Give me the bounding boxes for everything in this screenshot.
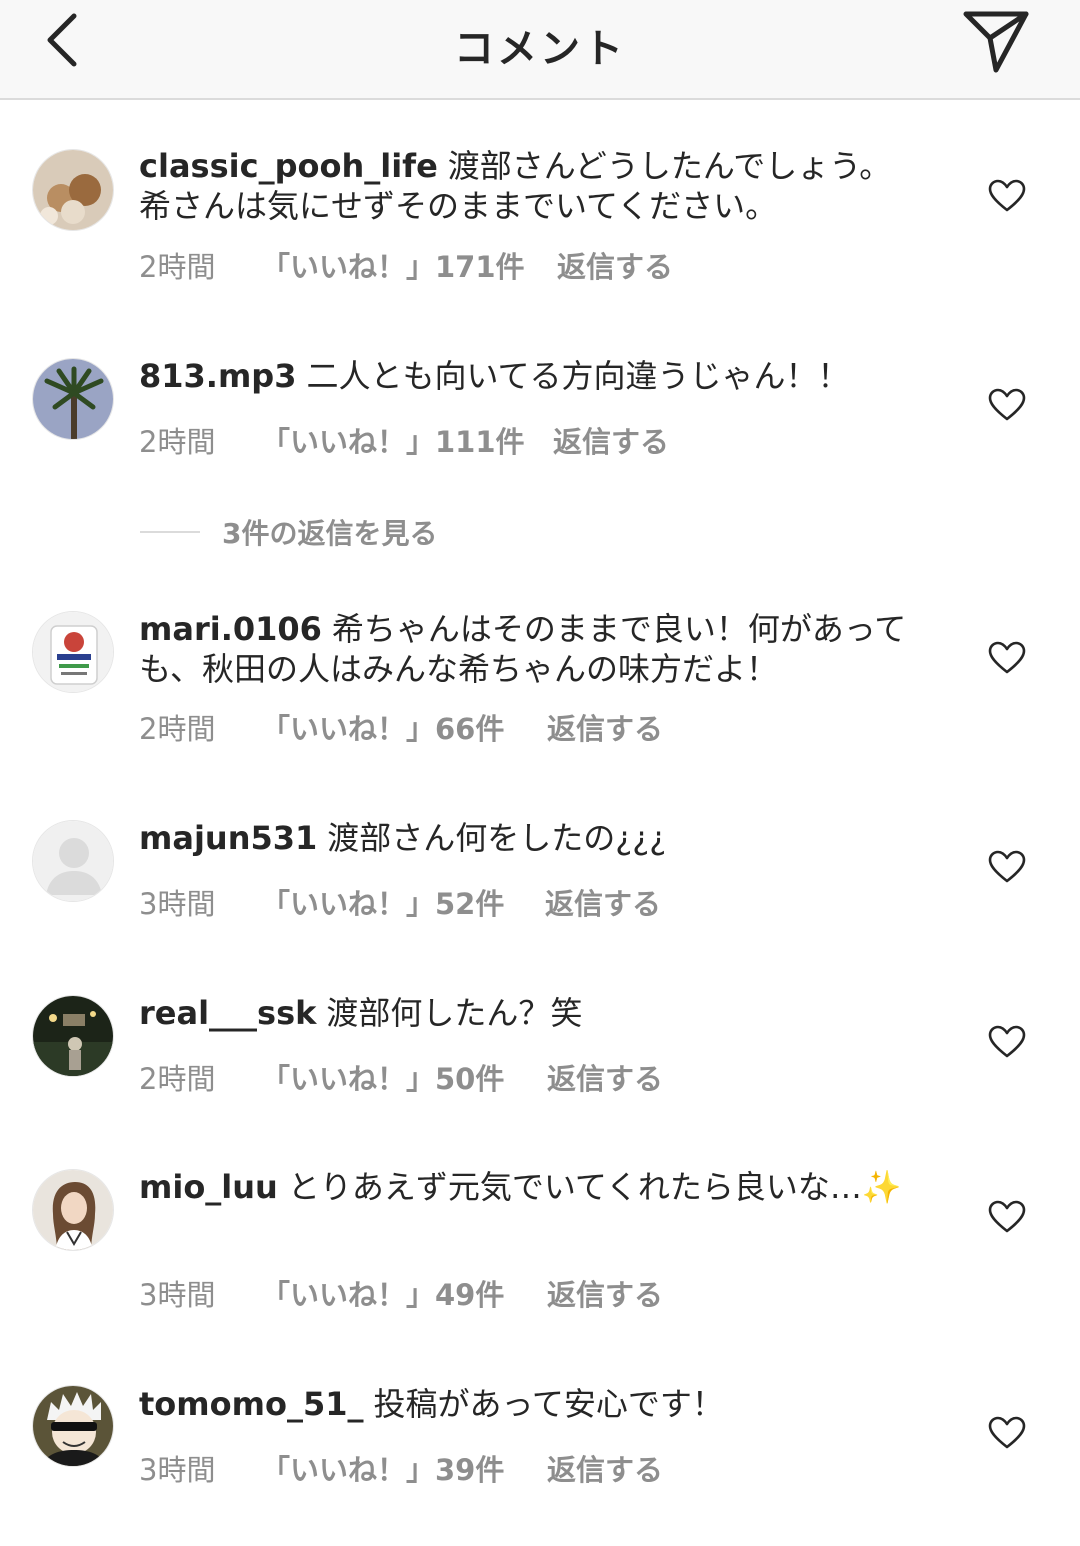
direct-send-icon[interactable] [960,8,1032,74]
reply-button[interactable]: 返信する [557,244,673,286]
heart-outline-icon[interactable] [988,641,1026,675]
reply-button[interactable]: 返信する [547,1056,663,1098]
reply-button[interactable]: 返信する [545,881,661,923]
comment-username[interactable]: mio_luu [139,1168,278,1206]
comment-text: mari.0106 希ちゃんはそのままで良い！何があっても、秋田の人はみんな希ちゃ… [139,609,919,689]
comment-time: 2時間 [139,425,216,459]
avatar[interactable] [32,820,114,902]
comment-body: 渡部何したん？笑 [326,994,583,1032]
comment-text: tomomo_51_ 投稿があって安心です！ [139,1384,919,1424]
avatar[interactable] [32,149,114,231]
comment-meta: 2時間 「いいね！」50件 返信する [139,1056,663,1098]
comment-text: real___ssk 渡部何したん？笑 [139,993,919,1033]
comment-time: 3時間 [139,1278,216,1312]
comment-time: 2時間 [139,1062,216,1096]
replies-divider [140,531,200,533]
avatar[interactable] [32,1385,114,1467]
comment-meta: 2時間 「いいね！」66件 返信する [139,706,663,748]
heart-outline-icon[interactable] [988,1025,1026,1059]
comment-text: mio_luu とりあえず元気でいてくれたら良いな…✨ [139,1167,919,1207]
avatar[interactable] [32,611,114,693]
comment-likes[interactable]: 「いいね！」50件 [261,1056,547,1098]
avatar[interactable] [32,995,114,1077]
avatar[interactable] [32,1169,114,1251]
heart-outline-icon[interactable] [988,1416,1026,1450]
comment-time: 2時間 [139,250,216,284]
comment-meta: 3時間 「いいね！」49件 返信する [139,1272,663,1314]
comment-meta: 3時間 「いいね！」39件 返信する [139,1447,663,1489]
reply-button[interactable]: 返信する [547,706,663,748]
heart-outline-icon[interactable] [988,850,1026,884]
comment-username[interactable]: tomomo_51_ [139,1385,363,1423]
heart-outline-icon[interactable] [988,1200,1026,1234]
comment-time: 2時間 [139,712,216,746]
comment-meta: 2時間 「いいね！」111件 返信する [139,419,669,461]
comment-likes[interactable]: 「いいね！」66件 [261,706,547,748]
comment-body: 投稿があって安心です！ [373,1385,724,1423]
view-replies-label[interactable]: 3件の返信を見る [222,517,437,550]
comment-meta: 2時間 「いいね！」171件 返信する [139,244,673,286]
comment-meta: 3時間 「いいね！」52件 返信する [139,881,661,923]
avatar[interactable] [32,358,114,440]
comment-time: 3時間 [139,1453,216,1487]
comment-text: majun531 渡部さん何をしたの¿¿¿ [139,818,919,858]
comment-username[interactable]: majun531 [139,819,317,857]
comment-username[interactable]: real___ssk [139,994,316,1032]
comment-body: 渡部さん何をしたの¿¿¿ [327,819,667,857]
comment-likes[interactable]: 「いいね！」39件 [261,1447,547,1489]
comment-body: 二人とも向いてる方向違うじゃん！！ [306,357,850,395]
page-title: コメント [454,26,626,72]
comment-username[interactable]: 813.mp3 [139,357,296,395]
heart-outline-icon[interactable] [988,179,1026,213]
reply-button[interactable]: 返信する [553,419,669,461]
header-bar: コメント [0,0,1080,100]
comment-time: 3時間 [139,887,216,921]
comment-body: とりあえず元気でいてくれたら良いな…✨ [287,1168,902,1206]
view-replies-link[interactable]: 3件の返信を見る [140,512,437,552]
comment-text: classic_pooh_life 渡部さんどうしたんでしょう。希さんは気にせずそ… [139,146,919,226]
comment-likes[interactable]: 「いいね！」111件 [261,419,553,461]
comment-username[interactable]: mari.0106 [139,610,322,648]
heart-outline-icon[interactable] [988,388,1026,422]
comment-likes[interactable]: 「いいね！」52件 [261,881,545,923]
reply-button[interactable]: 返信する [547,1447,663,1489]
comment-likes[interactable]: 「いいね！」49件 [261,1272,547,1314]
comment-likes[interactable]: 「いいね！」171件 [261,244,557,286]
comment-username[interactable]: classic_pooh_life [139,147,438,185]
reply-button[interactable]: 返信する [547,1272,663,1314]
comment-text: 813.mp3 二人とも向いてる方向違うじゃん！！ [139,356,919,396]
